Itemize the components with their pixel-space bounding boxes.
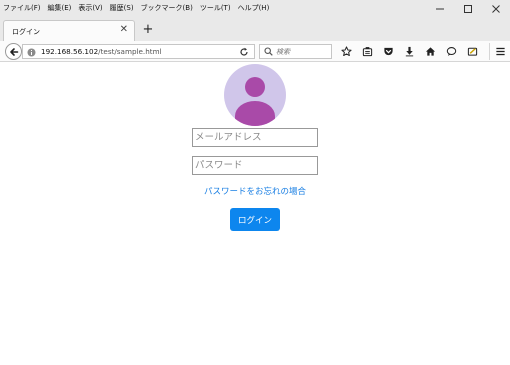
minimize-button[interactable] (426, 0, 454, 17)
menu-help[interactable]: ヘルプ(H) (238, 3, 270, 13)
avatar-head-icon (245, 77, 265, 97)
chat-icon (446, 47, 457, 56)
url-bar[interactable]: 192.168.56.102/test/sample.html (22, 44, 255, 59)
reload-icon (240, 47, 248, 56)
download-icon (405, 46, 414, 57)
chat-button[interactable] (441, 43, 462, 60)
search-placeholder: 検索 (276, 48, 290, 56)
email-field[interactable] (192, 128, 318, 147)
close-window-button[interactable] (482, 0, 510, 17)
menu-edit[interactable]: 編集(E) (48, 3, 72, 13)
home-button[interactable] (420, 43, 441, 60)
search-bar[interactable]: 検索 (259, 44, 332, 59)
menu-tools[interactable]: ツール(T) (200, 3, 231, 13)
menu-list: ファイル(F) 編集(E) 表示(V) 履歴(S) ブックマーク(B) ツール(… (3, 3, 269, 13)
star-icon (341, 46, 352, 57)
tab-login[interactable]: ログイン ✕ (3, 20, 135, 41)
reader-view-icon (362, 47, 373, 57)
url-host: 192.168.56.102 (41, 47, 99, 56)
screenshot-icon (467, 47, 478, 56)
reload-button[interactable] (237, 44, 251, 59)
open-menu-button[interactable] (489, 43, 510, 60)
back-button[interactable] (5, 43, 22, 60)
menu-view[interactable]: 表示(V) (78, 3, 102, 13)
maximize-icon (464, 4, 472, 13)
tab-close-icon[interactable]: ✕ (120, 24, 128, 35)
hamburger-menu-icon (495, 47, 505, 56)
screenshot-button[interactable] (462, 43, 483, 60)
menu-history[interactable]: 履歴(S) (110, 3, 134, 13)
avatar (224, 64, 286, 126)
navigation-bar: 192.168.56.102/test/sample.html 検索 (0, 41, 510, 62)
site-info-icon[interactable] (26, 47, 36, 57)
back-arrow-icon (9, 47, 18, 56)
password-field[interactable] (192, 156, 318, 175)
close-icon (492, 4, 500, 13)
url-text: 192.168.56.102/test/sample.html (41, 47, 162, 56)
menu-file[interactable]: ファイル(F) (3, 3, 41, 13)
reader-view-button[interactable] (357, 43, 378, 60)
downloads-button[interactable] (399, 43, 420, 60)
maximize-button[interactable] (454, 0, 482, 17)
bookmark-star-button[interactable] (336, 43, 357, 60)
menu-bar: ファイル(F) 編集(E) 表示(V) 履歴(S) ブックマーク(B) ツール(… (0, 0, 510, 17)
menu-bookmarks[interactable]: ブックマーク(B) (141, 3, 193, 13)
forgot-password-link[interactable]: パスワードをお忘れの場合 (0, 185, 510, 197)
minimize-icon (436, 8, 444, 9)
pocket-icon (384, 47, 393, 56)
tab-title: ログイン (12, 28, 40, 36)
pocket-button[interactable] (378, 43, 399, 60)
url-path: /test/sample.html (98, 47, 162, 56)
avatar-body-icon (235, 101, 275, 126)
search-icon (264, 47, 273, 58)
tab-strip: ログイン ✕ + (0, 17, 510, 41)
window-controls (426, 0, 510, 17)
login-button[interactable]: ログイン (230, 208, 280, 231)
home-icon (425, 47, 436, 56)
toolbar-icons (336, 43, 510, 60)
new-tab-button[interactable]: + (140, 20, 156, 38)
